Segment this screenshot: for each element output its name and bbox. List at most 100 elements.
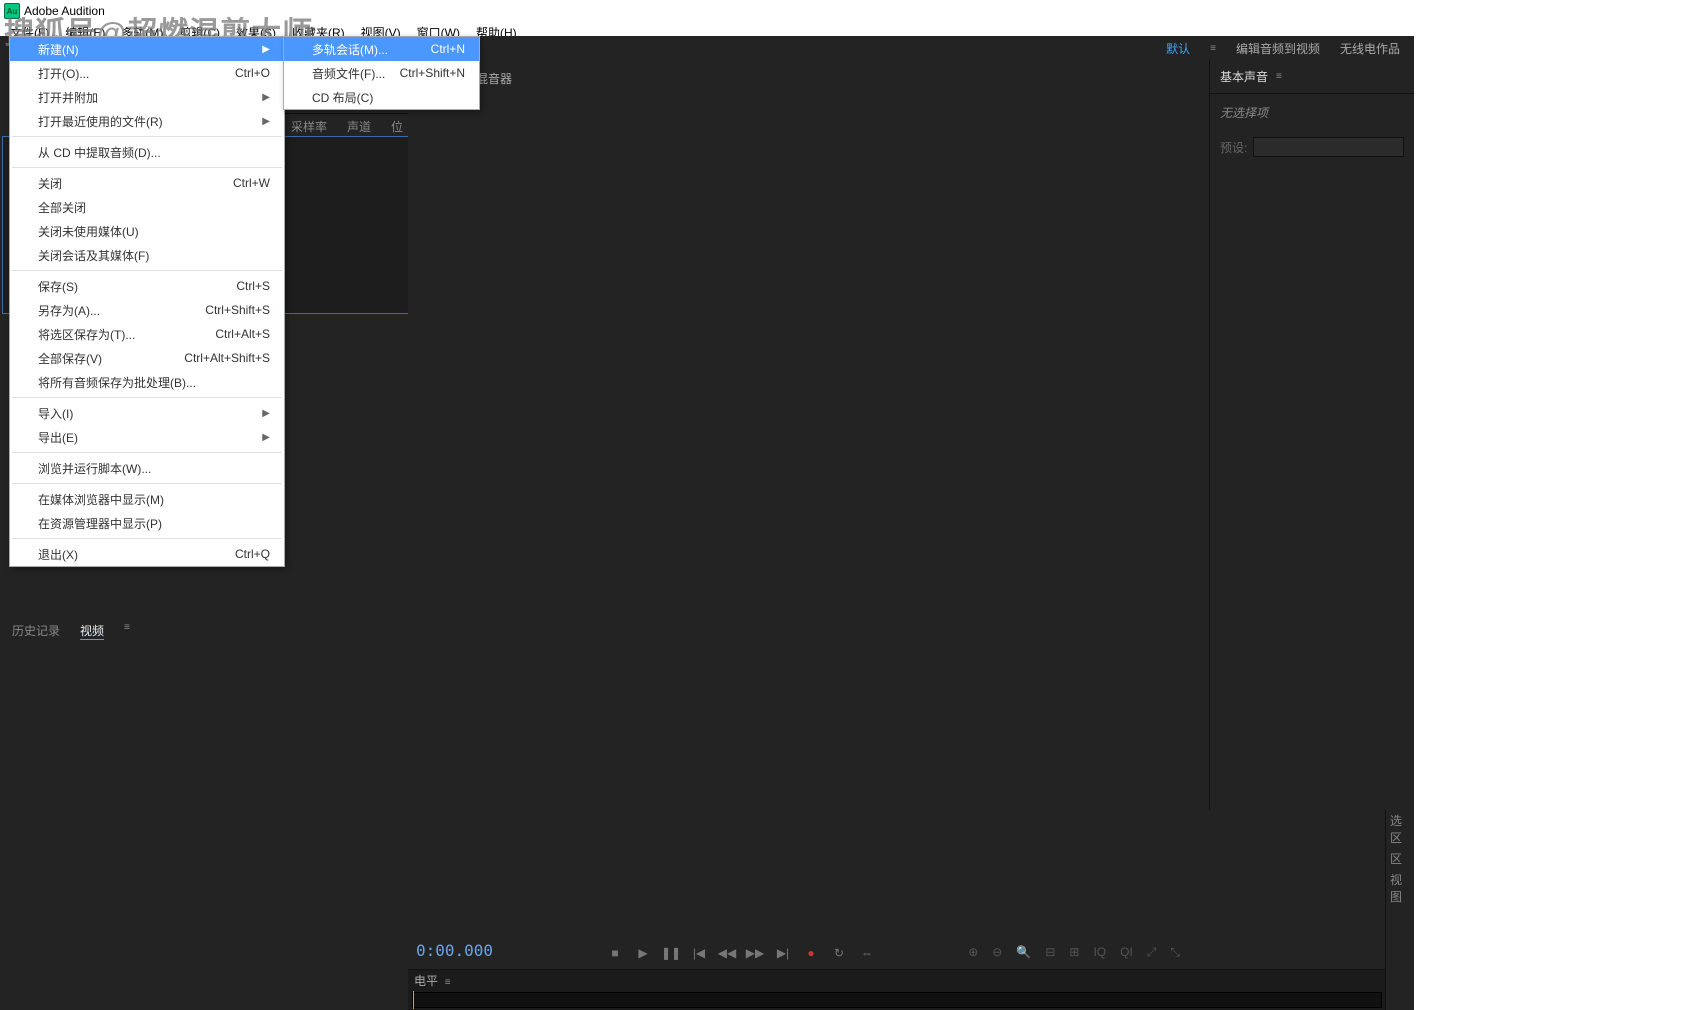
menu-separator [12, 483, 282, 484]
menu-item-label: 将所有音频保存为批处理(B)... [38, 374, 196, 391]
record-button[interactable]: ● [804, 946, 818, 960]
column-header[interactable]: 采样率 [291, 118, 327, 135]
essential-sound-title: 基本声音 [1220, 68, 1268, 85]
menu-separator [12, 270, 282, 271]
workspace-bar: 默认 ≡ 编辑音频到视频 无线电作品 [1152, 36, 1414, 60]
menu-shortcut: Ctrl+S [236, 279, 270, 293]
zoom-button[interactable]: ⤢ [1147, 945, 1157, 960]
new-submenu-item[interactable]: 多轨会话(M)...Ctrl+N [284, 37, 479, 61]
file-menu-item[interactable]: 打开并附加▶ [10, 85, 284, 109]
zoom-button[interactable]: ⊖ [992, 945, 1002, 960]
zoom-button[interactable]: IQ [1093, 945, 1106, 960]
menu-shortcut: Ctrl+W [233, 176, 270, 190]
bottom-tabs: 历史记录 视频 ≡ [6, 618, 136, 644]
go-end-button[interactable]: ▶| [776, 946, 790, 960]
menu-shortcut: Ctrl+Alt+Shift+S [184, 351, 270, 365]
menu-item-label: 将选区保存为(T)... [38, 326, 135, 343]
menu-shortcut: Ctrl+Shift+N [400, 66, 465, 80]
file-menu-item[interactable]: 在媒体浏览器中显示(M) [10, 487, 284, 511]
stop-button[interactable]: ■ [608, 946, 622, 960]
panel-tab[interactable]: 历史记录 [12, 622, 60, 640]
file-menu-item[interactable]: 新建(N)▶ [10, 37, 284, 61]
file-menu-item[interactable]: 从 CD 中提取音频(D)... [10, 140, 284, 164]
menu-separator [12, 397, 282, 398]
file-menu-item[interactable]: 关闭未使用媒体(U) [10, 219, 284, 243]
timecode[interactable]: 0:00.000 [416, 941, 493, 960]
essential-sound-panel: 基本声音 ≡ 无选择项 预设: [1209, 60, 1414, 810]
menu-item-label: 打开(O)... [38, 65, 89, 82]
levels-menu-icon[interactable]: ≡ [445, 977, 451, 988]
column-header[interactable]: 位 [391, 118, 403, 135]
panel-menu-icon[interactable]: ≡ [124, 622, 130, 640]
zoom-buttons: ⊕ ⊖ 🔍 ⊟ ⊞ IQ QI ⤢ ⤡ [968, 945, 1180, 960]
selection-label: 区 [1386, 848, 1414, 869]
panel-menu-icon[interactable]: ≡ [1276, 71, 1282, 82]
zoom-button[interactable]: 🔍 [1016, 945, 1031, 960]
file-menu-item[interactable]: 全部关闭 [10, 195, 284, 219]
skip-button[interactable]: ⇔ [860, 946, 874, 960]
zoom-button[interactable]: ⊟ [1045, 945, 1055, 960]
file-menu-item[interactable]: 保存(S)Ctrl+S [10, 274, 284, 298]
menu-item-label: 另存为(A)... [38, 302, 100, 319]
titlebar: Au Adobe Audition [0, 0, 1699, 22]
file-menu-item[interactable]: 关闭会话及其媒体(F) [10, 243, 284, 267]
menu-item-label: 在资源管理器中显示(P) [38, 515, 162, 532]
menu-item-label: 从 CD 中提取音频(D)... [38, 144, 161, 161]
loop-button[interactable]: ↻ [832, 946, 846, 960]
selection-label: 视图 [1386, 869, 1414, 907]
file-menu-item[interactable]: 浏览并运行脚本(W)... [10, 456, 284, 480]
submenu-arrow-icon: ▶ [262, 408, 270, 419]
menu-separator [12, 452, 282, 453]
transport-buttons: ■ ▶ ❚❚ |◀ ◀◀ ▶▶ ▶| ● ↻ ⇔ [608, 946, 874, 960]
menu-separator [12, 136, 282, 137]
menu-item-label: 在媒体浏览器中显示(M) [38, 491, 164, 508]
menu-item-label: 导入(I) [38, 405, 73, 422]
app-title: Adobe Audition [24, 4, 105, 18]
pause-button[interactable]: ❚❚ [664, 946, 678, 960]
menu-item-label: 打开最近使用的文件(R) [38, 113, 163, 130]
file-menu-item[interactable]: 关闭 Ctrl+W [10, 171, 284, 195]
menu-item-label: 关闭 [38, 175, 62, 192]
preset-dropdown[interactable] [1253, 137, 1404, 157]
submenu-arrow-icon: ▶ [262, 116, 270, 127]
workspace-menu-icon[interactable]: ≡ [1210, 43, 1216, 54]
workspace-tab[interactable]: 默认 [1166, 40, 1190, 57]
file-menu-item[interactable]: 打开(O)...Ctrl+O [10, 61, 284, 85]
editor-tab-mixer[interactable]: 混音器 [476, 70, 512, 87]
submenu-arrow-icon: ▶ [262, 432, 270, 443]
workspace-tab[interactable]: 编辑音频到视频 [1236, 40, 1320, 57]
workspace-tab[interactable]: 无线电作品 [1340, 40, 1400, 57]
file-menu-item[interactable]: 在资源管理器中显示(P) [10, 511, 284, 535]
play-button[interactable]: ▶ [636, 946, 650, 960]
file-menu-item[interactable]: 将所有音频保存为批处理(B)... [10, 370, 284, 394]
zoom-button[interactable]: ⊞ [1069, 945, 1079, 960]
zoom-button[interactable]: ⤡ [1170, 945, 1180, 960]
zoom-button[interactable]: QI [1120, 945, 1133, 960]
level-marker-icon [413, 991, 414, 1009]
transport-panel: 0:00.000 ■ ▶ ❚❚ |◀ ◀◀ ▶▶ ▶| ● ↻ ⇔ ⊕ ⊖ 🔍 ⊟ ⊞ IQ QI ⤢ ⤡ [408, 798, 1190, 970]
menu-shortcut: Ctrl+Alt+S [215, 327, 270, 341]
menu-separator [12, 538, 282, 539]
new-submenu[interactable]: 多轨会话(M)...Ctrl+N 音频文件(F)... Ctrl+Shift+N CD… [283, 36, 480, 110]
panel-tab[interactable]: 视频 [80, 622, 104, 640]
file-menu[interactable]: 新建(N)▶打开(O)...Ctrl+O打开并附加▶打开最近使用的文件(R)▶从… [9, 36, 285, 567]
file-menu-item[interactable]: 导入(I) ▶ [10, 401, 284, 425]
column-header[interactable]: 声道 [347, 118, 371, 135]
file-menu-item[interactable]: 全部保存(V)Ctrl+Alt+Shift+S [10, 346, 284, 370]
rewind-button[interactable]: ◀◀ [720, 946, 734, 960]
file-menu-item[interactable]: 退出(X)Ctrl+Q [10, 542, 284, 566]
selection-view-panel: 选区区视图 [1385, 810, 1414, 1010]
file-menu-item[interactable]: 将选区保存为(T)... Ctrl+Alt+S [10, 322, 284, 346]
menu-shortcut: Ctrl+N [431, 42, 465, 56]
forward-button[interactable]: ▶▶ [748, 946, 762, 960]
new-submenu-item[interactable]: CD 布局(C) [284, 85, 479, 109]
new-submenu-item[interactable]: 音频文件(F)... Ctrl+Shift+N [284, 61, 479, 85]
file-menu-item[interactable]: 打开最近使用的文件(R) ▶ [10, 109, 284, 133]
file-menu-item[interactable]: 另存为(A)...Ctrl+Shift+S [10, 298, 284, 322]
file-menu-item[interactable]: 导出(E)▶ [10, 425, 284, 449]
zoom-button[interactable]: ⊕ [968, 945, 978, 960]
menu-item-label: 音频文件(F)... [312, 65, 385, 82]
menu-item-label: 打开并附加 [38, 89, 98, 106]
level-meter[interactable] [412, 992, 1382, 1008]
go-start-button[interactable]: |◀ [692, 946, 706, 960]
